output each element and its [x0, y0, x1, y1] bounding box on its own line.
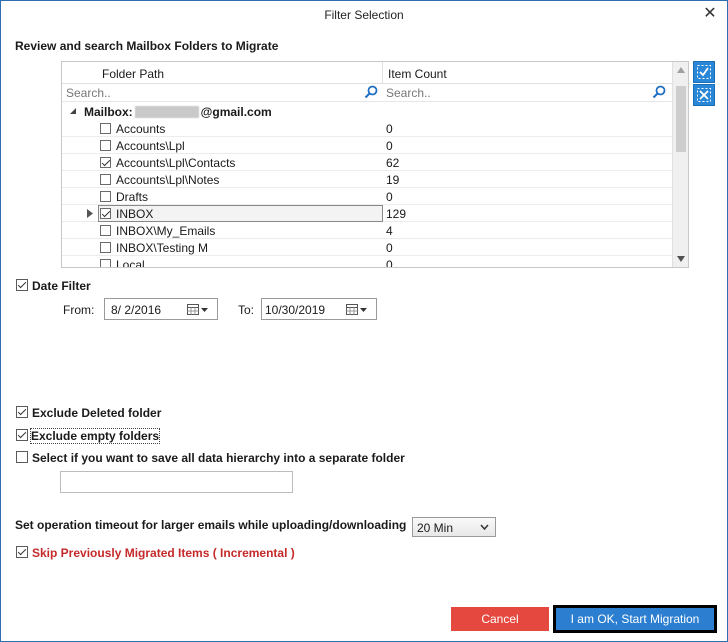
select-all-button[interactable]	[693, 61, 715, 83]
exclude-deleted-label: Exclude Deleted folder	[32, 406, 162, 420]
grid-search-row	[62, 84, 672, 102]
folder-checkbox[interactable]	[100, 259, 111, 267]
folder-row[interactable]: Accounts\Lpl\Contacts 62	[62, 154, 672, 171]
grid-header: Folder Path Item Count	[62, 62, 688, 84]
exclude-deleted-checkbox[interactable]	[16, 406, 28, 418]
close-icon[interactable]: ✕	[703, 6, 717, 22]
chevron-down-icon	[480, 524, 489, 530]
folder-name: INBOX\Testing M	[116, 241, 209, 255]
folder-item-count: 62	[386, 156, 400, 170]
from-date-picker[interactable]: 8/ 2/2016	[104, 298, 218, 320]
folder-name: INBOX\My_Emails	[116, 224, 216, 238]
folder-name: Accounts\Lpl\Contacts	[116, 156, 236, 170]
column-separator[interactable]	[382, 62, 383, 84]
scroll-down-icon[interactable]	[676, 255, 686, 263]
column-header-folder-path[interactable]: Folder Path	[102, 67, 164, 81]
folder-checkbox[interactable]	[100, 225, 111, 236]
folder-item-count: 4	[386, 224, 393, 238]
to-label: To:	[238, 303, 255, 317]
folder-name: Local	[116, 258, 145, 268]
mailbox-prefix: Mailbox:	[84, 105, 133, 119]
folder-item-count: 0	[386, 258, 393, 268]
search-icon[interactable]	[652, 85, 666, 99]
calendar-icon[interactable]	[187, 303, 209, 316]
folder-checkbox[interactable]	[100, 123, 111, 134]
save-hierarchy-label: Select if you want to save all data hier…	[32, 451, 405, 465]
timeout-selected-value: 20 Min	[417, 521, 454, 535]
folder-grid: Folder Path Item Count Mailbox: @gmail.co…	[61, 61, 689, 268]
column-header-item-count[interactable]: Item Count	[388, 67, 447, 81]
hierarchy-folder-input[interactable]	[60, 471, 293, 493]
folder-name: INBOX	[116, 207, 154, 221]
folder-row[interactable]: Local 0	[62, 256, 672, 268]
search-icon[interactable]	[364, 85, 378, 99]
folder-row[interactable]: INBOX\Testing M 0	[62, 239, 672, 256]
check-all-icon	[697, 65, 711, 79]
incremental-label: Skip Previously Migrated Items ( Increme…	[32, 546, 295, 560]
to-date-value: 10/30/2019	[265, 303, 326, 317]
folder-row[interactable]: Accounts\Lpl 0	[62, 137, 672, 154]
redacted-address	[134, 106, 199, 118]
calendar-icon[interactable]	[346, 303, 368, 316]
section-heading: Review and search Mailbox Folders to Mig…	[15, 39, 279, 53]
folder-name: Accounts	[116, 122, 166, 136]
deselect-all-button[interactable]	[693, 84, 715, 106]
collapse-triangle-icon[interactable]	[68, 106, 78, 116]
folder-checkbox[interactable]	[100, 140, 111, 151]
mailbox-root-row[interactable]: Mailbox: @gmail.com	[62, 103, 672, 120]
folder-item-count: 0	[386, 190, 393, 204]
start-migration-button[interactable]: I am OK, Start Migration	[553, 605, 717, 633]
date-filter-checkbox[interactable]	[16, 279, 28, 291]
timeout-label: Set operation timeout for larger emails …	[15, 518, 407, 532]
expand-triangle-icon[interactable]	[86, 209, 94, 218]
folder-checkbox[interactable]	[100, 191, 111, 202]
scroll-up-icon[interactable]	[676, 66, 686, 74]
cancel-button[interactable]: Cancel	[451, 607, 549, 631]
timeout-select[interactable]: 20 Min	[412, 517, 496, 537]
from-label: From:	[63, 303, 95, 317]
filter-selection-dialog: Filter Selection ✕ Review and search Mai…	[0, 0, 728, 642]
exclude-empty-checkbox[interactable]	[16, 429, 28, 441]
folder-path-search-input[interactable]	[62, 85, 362, 101]
incremental-checkbox[interactable]	[16, 546, 28, 558]
save-hierarchy-checkbox[interactable]	[16, 451, 28, 463]
folder-checkbox[interactable]	[100, 242, 111, 253]
uncheck-all-icon	[697, 88, 711, 102]
mailbox-suffix: @gmail.com	[200, 105, 272, 119]
start-migration-label: I am OK, Start Migration	[556, 608, 714, 630]
folder-row[interactable]: Accounts 0	[62, 120, 672, 137]
item-count-search-input[interactable]	[382, 85, 652, 101]
folder-item-count: 0	[386, 139, 393, 153]
folder-name: Accounts\Lpl	[116, 139, 185, 153]
folder-item-count: 19	[386, 173, 400, 187]
grid-vertical-scrollbar[interactable]	[672, 62, 688, 267]
folder-checkbox[interactable]	[100, 157, 111, 168]
folder-item-count: 0	[386, 122, 393, 136]
folder-checkbox[interactable]	[100, 208, 111, 219]
date-filter-label: Date Filter	[32, 279, 91, 293]
folder-row[interactable]: INBOX 129	[62, 205, 672, 222]
exclude-empty-label: Exclude empty folders	[29, 428, 161, 444]
folder-name: Drafts	[116, 190, 149, 204]
folder-row[interactable]: Drafts 0	[62, 188, 672, 205]
folder-row[interactable]: Accounts\Lpl\Notes 19	[62, 171, 672, 188]
dialog-title: Filter Selection	[324, 8, 404, 22]
scrollbar-thumb[interactable]	[676, 86, 686, 152]
folder-row[interactable]: INBOX\My_Emails 4	[62, 222, 672, 239]
folder-name: Accounts\Lpl\Notes	[116, 173, 220, 187]
folder-checkbox[interactable]	[100, 174, 111, 185]
to-date-picker[interactable]: 10/30/2019	[261, 298, 377, 320]
folder-item-count: 129	[386, 207, 407, 221]
folder-item-count: 0	[386, 241, 393, 255]
from-date-value: 8/ 2/2016	[111, 303, 162, 317]
